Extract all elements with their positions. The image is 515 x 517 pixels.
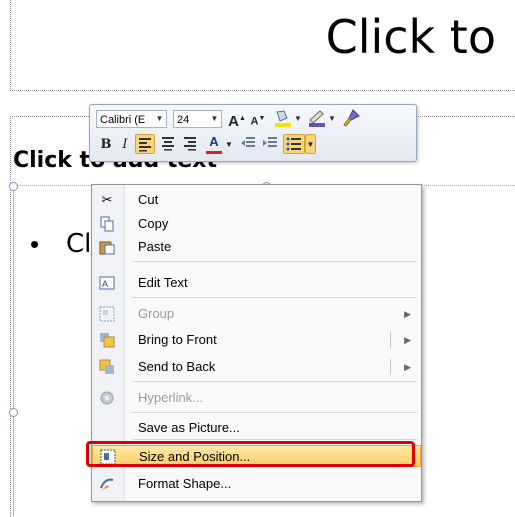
menu-item-label: Bring to Front xyxy=(138,332,217,347)
bullet-text[interactable]: Cl xyxy=(66,229,91,259)
align-left-button[interactable] xyxy=(135,134,155,154)
menu-item-save-as-picture[interactable]: Save as Picture... xyxy=(92,417,421,439)
copy-icon xyxy=(99,216,115,232)
chevron-right-icon[interactable]: ▶ xyxy=(404,359,411,375)
chevron-down-icon[interactable]: ▼ xyxy=(224,135,234,155)
chevron-down-icon[interactable]: ▼ xyxy=(153,111,166,127)
align-center-button[interactable] xyxy=(158,134,178,154)
group-icon xyxy=(99,306,115,322)
menu-item-label: Format Shape... xyxy=(138,476,232,491)
menu-separator xyxy=(132,412,417,413)
menu-item-label: Cut xyxy=(138,192,159,207)
send-to-back-icon xyxy=(99,359,115,375)
menu-item-label: Send to Back xyxy=(138,359,216,374)
menu-separator xyxy=(132,261,417,262)
resize-handle-top-left[interactable] xyxy=(9,182,18,191)
menu-item-edit-text[interactable]: A Edit Text xyxy=(92,272,421,294)
menu-item-hyperlink[interactable]: Hyperlink... xyxy=(92,387,421,409)
brush-icon xyxy=(343,109,360,127)
menu-item-paste[interactable]: Paste xyxy=(92,236,421,258)
scissors-icon: ✂ xyxy=(101,192,113,207)
svg-text:▼: ▼ xyxy=(294,114,302,123)
menu-item-copy[interactable]: Copy xyxy=(92,213,421,235)
align-left-icon xyxy=(139,138,151,152)
mini-toolbar: Calibri (E ▼ 24 ▼ A▲ A▼ ▼ ▼ B I A ▼ ▼ xyxy=(89,104,417,162)
align-right-icon xyxy=(184,137,196,151)
font-color-button[interactable]: A xyxy=(204,132,224,154)
menu-item-format-shape[interactable]: Format Shape... xyxy=(92,473,421,495)
edit-text-icon: A xyxy=(99,275,115,291)
menu-item-bring-to-front[interactable]: Bring to Front ▶ xyxy=(92,329,421,351)
submenu-divider xyxy=(390,359,391,375)
callout-highlight-box xyxy=(86,441,415,467)
bullet-icon: • xyxy=(30,229,40,259)
menu-item-label: Paste xyxy=(138,239,172,254)
chevron-down-icon[interactable]: ▼ xyxy=(305,134,316,154)
highlight-color-button[interactable]: ▼ xyxy=(272,108,302,128)
hyperlink-icon xyxy=(99,390,115,406)
chevron-right-icon[interactable]: ▶ xyxy=(404,332,411,348)
menu-separator xyxy=(132,297,417,298)
svg-text:▼: ▼ xyxy=(328,114,336,123)
menu-item-label: Edit Text xyxy=(138,275,188,290)
font-color-bar xyxy=(206,151,222,154)
menu-item-label: Copy xyxy=(138,216,169,231)
menu-item-send-to-back[interactable]: Send to Back ▶ xyxy=(92,356,421,378)
decrease-indent-button[interactable] xyxy=(238,134,258,154)
font-size-value: 24 xyxy=(177,114,190,126)
italic-button[interactable]: I xyxy=(118,135,132,155)
increase-indent-button[interactable] xyxy=(260,134,280,154)
svg-text:A: A xyxy=(102,279,108,289)
submenu-divider xyxy=(390,332,391,348)
menu-item-group[interactable]: Group ▶ xyxy=(92,303,421,325)
shrink-font-icon: A xyxy=(250,115,259,128)
decrease-indent-icon xyxy=(241,137,255,147)
align-center-icon xyxy=(162,137,174,151)
bring-to-front-icon xyxy=(99,332,115,348)
menu-separator xyxy=(132,439,417,440)
shrink-font-button[interactable]: A▼ xyxy=(250,109,266,129)
chevron-down-icon[interactable]: ▼ xyxy=(208,111,221,127)
slide-title[interactable]: Click to xyxy=(326,10,496,64)
chevron-right-icon: ▶ xyxy=(404,309,411,319)
menu-item-cut[interactable]: ✂ Cut xyxy=(92,189,421,211)
menu-item-label: Hyperlink... xyxy=(138,390,204,405)
paste-icon xyxy=(99,239,115,255)
shape-outline-button[interactable]: ▼ xyxy=(306,108,336,128)
resize-handle-left-middle[interactable] xyxy=(9,408,18,417)
menu-separator xyxy=(132,381,417,382)
font-name-value: Calibri (E xyxy=(100,114,146,126)
font-name-combo[interactable]: Calibri (E ▼ xyxy=(96,110,167,128)
bullets-icon xyxy=(286,137,301,151)
font-size-combo[interactable]: 24 ▼ xyxy=(173,110,222,128)
pencil-line-icon: ▼ xyxy=(309,110,336,127)
grow-font-icon: A xyxy=(228,113,239,130)
menu-item-label: Save as Picture... xyxy=(138,420,240,435)
paint-bucket-icon: ▼ xyxy=(275,110,302,127)
grow-font-button[interactable]: A▲ xyxy=(228,109,246,130)
format-painter-button[interactable] xyxy=(340,108,362,128)
align-right-button[interactable] xyxy=(180,134,200,154)
menu-item-label: Group xyxy=(138,306,175,321)
bold-button[interactable]: B xyxy=(98,135,114,155)
bullets-button[interactable] xyxy=(283,134,305,154)
font-color-icon: A xyxy=(209,134,219,149)
increase-indent-icon xyxy=(263,137,277,147)
format-shape-icon xyxy=(99,476,115,492)
